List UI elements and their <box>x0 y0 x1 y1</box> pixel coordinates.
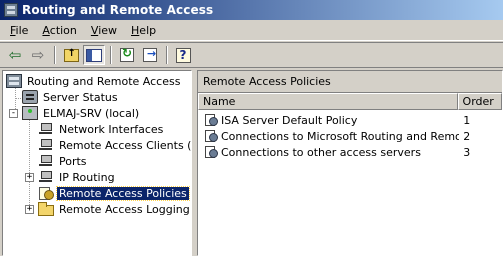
menu-view[interactable]: View <box>84 24 124 37</box>
expand-expander[interactable]: + <box>25 172 34 182</box>
list-item[interactable]: Connections to Microsoft Routing and Rem… <box>198 128 502 144</box>
server-status-icon <box>22 90 38 104</box>
show-hide-tree-icon <box>86 48 102 62</box>
refresh-icon <box>120 46 134 62</box>
tree-item-remote-access-policies[interactable]: Remote Access Policies <box>38 185 190 201</box>
cell-name: Connections to other access servers <box>198 145 459 159</box>
menu-action-mnemonic: A <box>42 23 50 37</box>
refresh-button[interactable] <box>116 45 138 65</box>
toolbar-separator <box>54 46 56 64</box>
tree-item-label: ELMAJ-SRV (local) <box>43 106 140 120</box>
rras-app-icon[interactable] <box>4 3 18 17</box>
menu-view-label: iew <box>98 23 118 37</box>
policy-icon <box>204 145 218 159</box>
window-title: Routing and Remote Access <box>22 3 214 17</box>
tree-item-server-status[interactable]: Server Status <box>22 89 120 105</box>
column-header-order[interactable]: Order <box>457 93 502 110</box>
menu-action-label: ction <box>49 23 77 37</box>
console-tree[interactable]: Routing and Remote Access Server Status … <box>2 70 192 256</box>
show-hide-tree-button[interactable] <box>83 45 105 65</box>
policy-icon <box>204 113 218 127</box>
tree-item-network-interfaces[interactable]: Network Interfaces <box>38 121 165 137</box>
policy-order: 3 <box>463 145 471 159</box>
details-pane: Remote Access Policies Name Order ISA Se… <box>197 70 503 256</box>
forward-icon: ⇨ <box>31 45 45 64</box>
toolbar-separator <box>110 46 112 64</box>
policy-name: Connections to Microsoft Routing and Rem… <box>221 129 459 143</box>
tree-item-label: Network Interfaces <box>59 122 164 136</box>
export-list-button[interactable] <box>139 45 161 65</box>
details-header: Remote Access Policies <box>198 71 502 93</box>
tree-item-label: Remote Access Policies <box>56 185 190 201</box>
tree-item-root[interactable]: Routing and Remote Access <box>6 73 182 89</box>
ports-icon <box>38 154 54 168</box>
tree-item-remote-access-clients[interactable]: Remote Access Clients (0) <box>38 137 192 153</box>
column-header-name[interactable]: Name <box>198 93 458 110</box>
menu-help[interactable]: Help <box>124 24 163 37</box>
tree-item-remote-access-logging[interactable]: + Remote Access Logging <box>25 201 191 217</box>
tree-item-label: Routing and Remote Access <box>27 74 181 88</box>
tree-item-label: Remote Access Logging <box>59 202 190 216</box>
server-icon <box>22 106 38 120</box>
network-interfaces-icon <box>38 122 54 136</box>
menu-help-label: elp <box>139 23 157 37</box>
menu-file[interactable]: File <box>0 24 35 37</box>
tree-connector <box>29 117 30 213</box>
menu-bar: File Action View Help <box>0 20 503 41</box>
back-button[interactable]: ⇦ <box>4 45 26 65</box>
forward-button[interactable]: ⇨ <box>27 45 49 65</box>
tree-item-ports[interactable]: Ports <box>38 153 89 169</box>
tree-item-label: Remote Access Clients (0) <box>59 138 192 152</box>
policy-name: Connections to other access servers <box>221 145 421 159</box>
policy-order: 1 <box>463 113 471 127</box>
folder-icon <box>38 201 54 216</box>
toolbar: ⇦ ⇨ <box>0 42 503 68</box>
title-bar[interactable]: Routing and Remote Access <box>0 0 503 20</box>
remote-access-clients-icon <box>38 138 54 152</box>
cell-name: Connections to Microsoft Routing and Rem… <box>198 129 459 143</box>
policy-order: 2 <box>463 129 471 143</box>
list-item[interactable]: Connections to other access servers 3 <box>198 144 502 160</box>
policy-icon <box>204 129 218 143</box>
help-button[interactable] <box>172 45 194 65</box>
tree-item-label: Ports <box>59 154 87 168</box>
help-icon <box>175 47 191 63</box>
ip-routing-icon <box>38 170 54 184</box>
cell-name: ISA Server Default Policy <box>198 113 459 127</box>
expand-expander[interactable]: + <box>25 204 34 214</box>
tree-item-server[interactable]: - ELMAJ-SRV (local) <box>9 105 141 121</box>
back-icon: ⇦ <box>8 45 22 64</box>
tree-item-label: IP Routing <box>59 170 115 184</box>
column-headers: Name Order <box>198 93 502 110</box>
collapse-expander[interactable]: - <box>9 108 18 118</box>
export-list-icon <box>143 47 157 62</box>
remote-access-policies-icon <box>38 186 54 200</box>
up-one-level-button[interactable] <box>60 45 82 65</box>
tree-item-label: Server Status <box>43 90 118 104</box>
routing-remote-access-icon <box>6 74 22 88</box>
policy-name: ISA Server Default Policy <box>221 113 358 127</box>
list-item[interactable]: ISA Server Default Policy 1 <box>198 112 502 128</box>
tree-item-ip-routing[interactable]: + IP Routing <box>25 169 117 185</box>
up-one-level-icon <box>63 48 79 62</box>
menu-action[interactable]: Action <box>35 24 83 37</box>
menu-file-label: ile <box>15 23 29 37</box>
mmc-window: Routing and Remote Access File Action Vi… <box>0 0 503 256</box>
toolbar-separator <box>166 46 168 64</box>
